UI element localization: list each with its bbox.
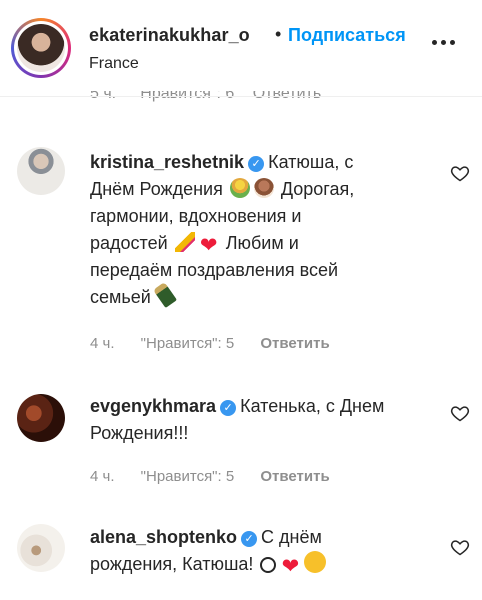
comment-username[interactable]: kristina_reshetnik [90,152,244,172]
comment-text: evgenykhmara ✓ Катенька, с Днем Рождения!!… [90,396,385,443]
red-heart-emoji-icon: ❤ [281,555,300,578]
comment-username[interactable]: alena_shoptenko [90,527,237,547]
like-heart-icon[interactable] [450,403,470,423]
post-location[interactable]: France [89,55,139,73]
comment-username[interactable]: evgenykhmara [90,396,216,416]
comment-time: 4 ч. [90,468,115,485]
party-popper-emoji-icon [174,232,195,252]
comment-time: 4 ч. [90,335,115,352]
reply-button[interactable]: Ответить [260,335,329,352]
comment-likes[interactable]: "Нравится": 5 [141,468,235,485]
separator-dot: • [275,24,282,44]
verified-badge-icon: ✓ [220,400,237,416]
author-username[interactable]: ekaterinakukhar_o [89,25,250,46]
divider [0,96,482,97]
avatar[interactable] [17,394,65,442]
avatar[interactable] [17,147,65,195]
follow-button[interactable]: Подписаться [288,25,406,46]
reply-button[interactable]: Ответить [260,468,329,485]
more-options-icon[interactable] [432,32,462,46]
bouquet-emoji-icon [229,178,250,198]
author-avatar[interactable] [11,18,71,78]
post-header: ekaterinakukhar_o • Подписаться France [0,0,482,96]
verified-badge-icon: ✓ [248,156,265,172]
comment-meta: 4 ч. "Нравится": 5 Ответить [90,468,352,485]
smile-emoji-icon [260,557,277,573]
cake-emoji-icon [253,178,274,198]
comment-text: alena_shoptenko ✓ С днём рождения, Катюша!… [90,524,410,578]
kiss-emoji-icon [304,551,327,573]
comment-text: kristina_reshetnik ✓ Катюша, с Днём Рожден… [90,152,355,309]
verified-badge-icon: ✓ [241,531,258,547]
comment-likes[interactable]: "Нравится": 5 [141,335,235,352]
red-heart-emoji-icon: ❤ [199,234,218,257]
champagne-emoji-icon [152,281,177,309]
comment-meta: 4 ч. "Нравится": 5 Ответить [90,335,352,352]
like-heart-icon[interactable] [450,537,470,557]
like-heart-icon[interactable] [450,163,470,183]
avatar[interactable] [17,524,65,572]
previous-comment-meta: 5 ч. "Нравится": 6 Ответить [90,91,335,105]
